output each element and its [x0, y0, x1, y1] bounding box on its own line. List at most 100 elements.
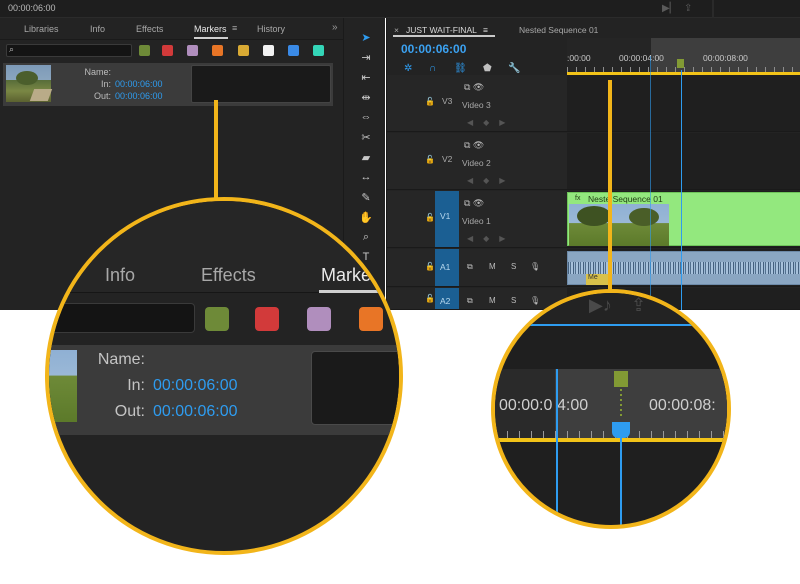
track-target[interactable]: A1 — [435, 249, 459, 286]
zoom-playhead-line — [620, 438, 622, 525]
track-a1: 🔓 A1 ⧉ M S 🎙 Me — [387, 249, 800, 287]
video-clip-nested-sequence[interactable]: fx Neste Sequence 01 — [567, 192, 800, 246]
zoom-work-area-bar — [495, 438, 727, 442]
tab-history[interactable]: History — [257, 24, 285, 34]
keyframe-nav[interactable]: ◀◆▶ — [467, 234, 515, 243]
marker-thumbnail — [6, 65, 53, 102]
track-select-tool-icon[interactable]: ⇥ — [359, 51, 373, 64]
sync-lock-icon[interactable]: ⧉ — [467, 262, 473, 272]
marker-color-filter-blue[interactable] — [288, 45, 299, 56]
zoom-search-field — [49, 303, 195, 333]
marker-color-filter-red[interactable] — [162, 45, 173, 56]
zoom-tab-info: Info — [105, 265, 136, 285]
ripple-edit-tool-icon[interactable]: ⇤ — [359, 71, 373, 84]
marker-color-filter-yellow[interactable] — [238, 45, 249, 56]
play-out-icon[interactable]: ▶▏ — [662, 3, 677, 14]
marker-name-label: Name: — [84, 67, 111, 77]
zoom-ruler-label-a: 00:00:0 — [499, 397, 553, 414]
marker-out-timecode[interactable]: 00:00:06:00 — [115, 91, 163, 101]
track-target[interactable]: V1 — [435, 191, 459, 247]
track-v3: 🔓 V3 ⧉ 👁 Video 3 ◀◆▶ — [387, 75, 800, 132]
zoom-export-icon: ⇪ — [631, 295, 647, 315]
chevron-right-icon[interactable]: » — [332, 22, 338, 33]
zoom-marker-duration — [620, 389, 622, 419]
ruler-label-8: 00:00:08:00 — [703, 53, 748, 63]
marker-in-timecode[interactable]: 00:00:06:00 — [115, 79, 163, 89]
zoom-color-chip-purple — [307, 307, 331, 331]
track-toggle-icons[interactable]: ⧉ 👁 — [464, 82, 484, 93]
panel-menu-icon[interactable]: ≡ — [232, 23, 237, 33]
tab-libraries[interactable]: Libraries — [24, 24, 59, 34]
rate-stretch-tool-icon[interactable]: ⇔ — [359, 111, 373, 123]
callout-connector — [214, 100, 218, 208]
tab-effects[interactable]: Effects — [136, 24, 163, 34]
playhead-timecode[interactable]: 00:00:06:00 — [401, 42, 466, 56]
tab-info[interactable]: Info — [90, 24, 105, 34]
razor-tool-icon[interactable]: ✂ — [359, 131, 373, 144]
audio-meta-badge: Me — [586, 274, 608, 285]
zoom-comment-field — [311, 351, 399, 425]
marker-color-filter-cyan[interactable] — [313, 45, 324, 56]
slide-tool-icon[interactable]: ↔ — [359, 171, 373, 183]
marker-color-filter-white[interactable] — [263, 45, 274, 56]
track-toggle-icons[interactable]: ⧉ 👁 — [464, 140, 484, 151]
tab-nested-sequence[interactable]: Nested Sequence 01 — [519, 25, 598, 35]
linked-selection-icon[interactable]: ⛓ — [454, 63, 467, 74]
keyframe-nav[interactable]: ◀◆▶ — [467, 118, 515, 127]
zoom-out-label: Out: — [114, 403, 145, 420]
wrench-icon[interactable]: 🔧 — [508, 63, 520, 74]
zoom-play-out-icon: ▶♪ — [589, 295, 612, 315]
lock-icon[interactable]: 🔓 — [425, 294, 435, 303]
active-tab-indicator — [393, 35, 495, 37]
timeline-menu-icon[interactable]: ≡ — [483, 25, 488, 35]
close-tab-icon[interactable]: × — [394, 25, 399, 35]
marker-row[interactable]: Name: In: 00:00:06:00 Out: 00:00:06:00 — [3, 63, 333, 106]
marker-color-filter-green[interactable] — [139, 45, 150, 56]
lock-icon[interactable]: 🔓 — [425, 97, 435, 106]
zoom-in-label: In: — [127, 377, 145, 394]
solo-button[interactable]: S — [511, 262, 516, 271]
panel-divider — [712, 0, 714, 18]
tab-markers[interactable]: Markers — [194, 24, 227, 34]
zoom-marker-thumbnail — [49, 350, 77, 422]
zoom-sequence-marker — [614, 371, 628, 387]
keyframe-nav[interactable]: ◀◆▶ — [467, 176, 515, 185]
lock-icon[interactable]: 🔓 — [425, 155, 435, 164]
zoom-color-chip-red — [255, 307, 279, 331]
nest-toggle-icon[interactable]: ✲ — [404, 63, 412, 74]
zoom-tab-effects: Effects — [201, 265, 256, 285]
zoom-playhead-handle — [612, 422, 630, 438]
snap-icon[interactable]: ∩ — [429, 63, 436, 74]
lock-icon[interactable]: 🔓 — [425, 213, 435, 222]
lock-icon[interactable]: 🔓 — [425, 262, 435, 271]
export-icon[interactable]: ⇪ — [684, 3, 692, 14]
zoom-callout-timeline: ▶♪ ⇪ 00:00:0 4:00 00:00:08: — [491, 289, 731, 529]
selection-tool-icon[interactable]: ➤ — [359, 31, 373, 44]
audio-clip[interactable]: Me — [567, 251, 800, 285]
ruler-label-0: :00:00 — [567, 53, 591, 63]
marker-search-input[interactable]: ⌕ — [6, 44, 132, 57]
marker-color-filter-purple[interactable] — [187, 45, 198, 56]
marker-out-label: Out: — [93, 91, 111, 101]
search-icon: ⌕ — [9, 44, 15, 54]
marker-color-filter-orange[interactable] — [212, 45, 223, 56]
mute-button[interactable]: M — [489, 262, 496, 271]
program-timecode: 00:00:06:00 — [8, 3, 56, 13]
time-ruler[interactable]: :00:00 00:00:04:00 00:00:08:00 — [567, 38, 800, 75]
track-id: V3 — [442, 96, 453, 106]
track-toggle-icons[interactable]: ⧉ 👁 — [464, 198, 484, 209]
microphone-icon[interactable]: 🎙 — [530, 262, 540, 271]
track-target[interactable]: A2 — [435, 288, 459, 309]
sync-lock-icon[interactable]: ⧉ — [467, 296, 473, 306]
slip-tool-icon[interactable]: ▰ — [359, 151, 373, 164]
sequence-marker[interactable] — [677, 59, 684, 68]
add-marker-icon[interactable]: ⬟ — [483, 63, 492, 74]
zoom-name-label: Name: — [97, 351, 145, 368]
rolling-edit-tool-icon[interactable]: ⇹ — [359, 91, 373, 104]
clip-title: Neste Sequence 01 — [588, 194, 663, 204]
track-name: Video 3 — [462, 100, 491, 110]
playhead-line[interactable] — [681, 70, 682, 310]
zoom-color-chip-orange — [359, 307, 383, 331]
marker-comment-field[interactable] — [191, 65, 331, 103]
tab-just-wait-final[interactable]: JUST WAIT-FINAL — [406, 25, 477, 35]
